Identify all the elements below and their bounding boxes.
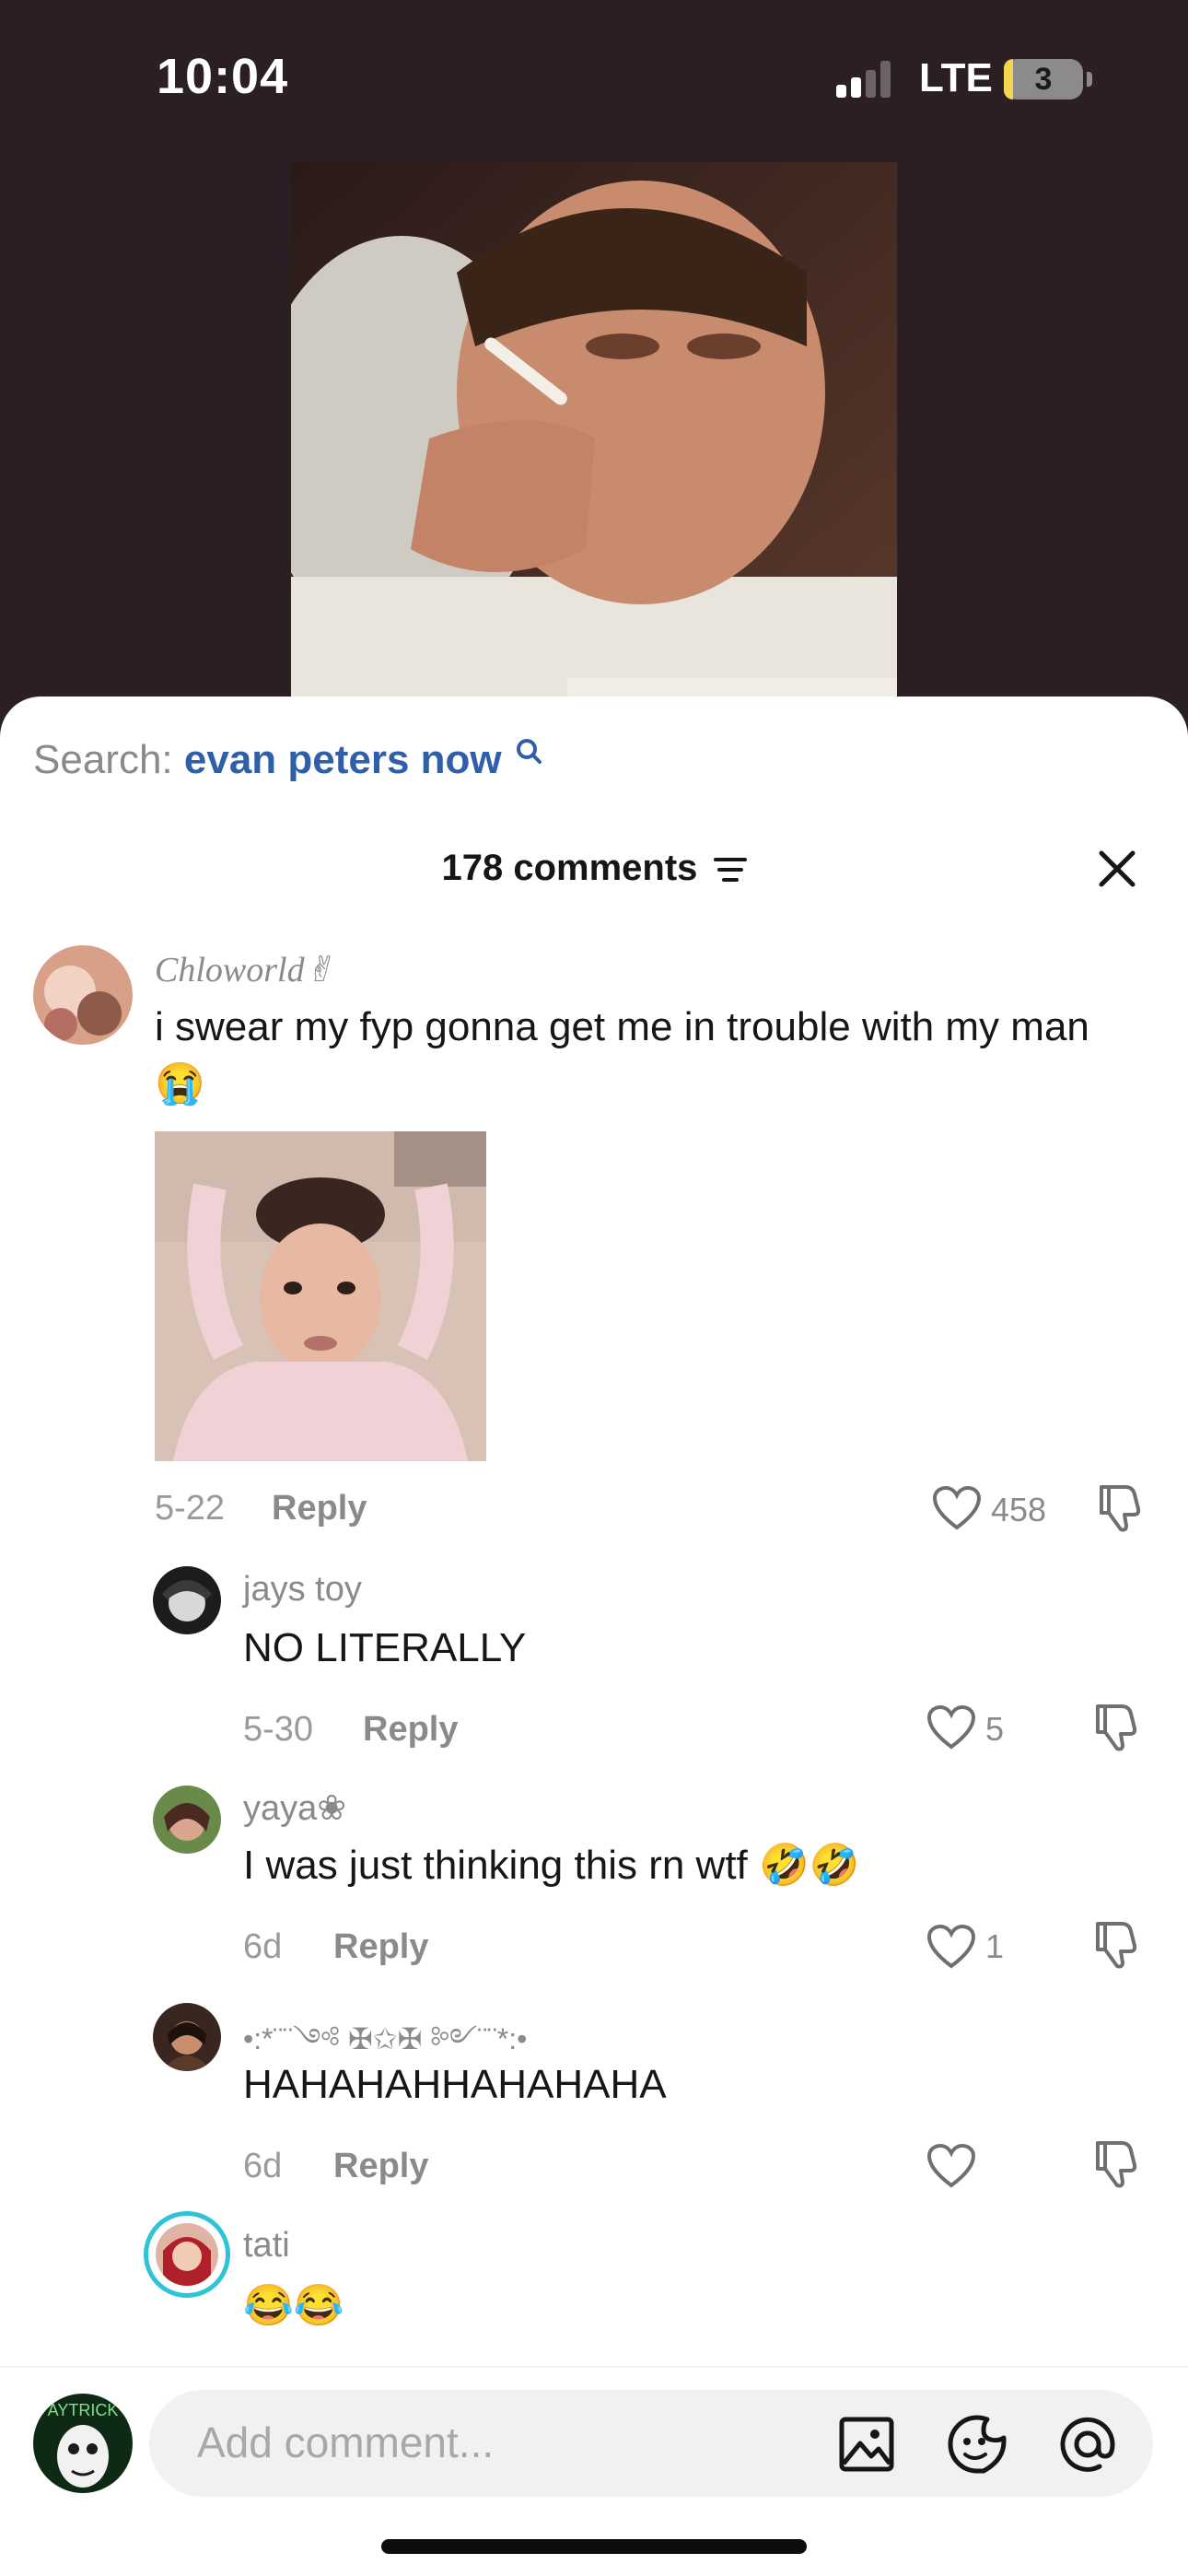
comment-date: 5-22 [155, 1489, 226, 1528]
comment-date: 5-30 [243, 1710, 314, 1749]
battery-tip [1087, 72, 1092, 87]
comments-count: 178 comments [441, 848, 698, 888]
filter-lines-icon[interactable] [713, 856, 747, 884]
comment-date: 6d [243, 1927, 283, 1966]
image-icon[interactable] [838, 2416, 895, 2473]
avatar[interactable] [33, 945, 133, 1045]
avatar-text: AYTRICK [48, 2401, 119, 2419]
search-label: Search: [33, 737, 173, 782]
thumbs-down-icon[interactable] [1096, 1483, 1144, 1533]
heart-icon[interactable] [926, 2143, 976, 2189]
search-suggestion[interactable]: Search: evan peters now [33, 737, 542, 783]
search-query-link[interactable]: evan peters now [184, 737, 502, 782]
like-count: 458 [991, 1491, 1047, 1528]
avatar[interactable] [153, 2003, 221, 2071]
battery-level: 3 [1034, 62, 1053, 97]
sticker-emoji-icon[interactable] [947, 2414, 1007, 2475]
comment-username[interactable]: yaya❀ [243, 1787, 346, 1829]
avatar[interactable] [153, 1786, 221, 1854]
comment-username[interactable]: jays toy [243, 1570, 362, 1610]
comment-text: I was just thinking this rn wtf 🤣🤣 [243, 1843, 860, 1888]
divider [0, 2366, 1188, 2368]
signal-strength-icon [836, 61, 901, 98]
comment-text: i swear my fyp gonna get me in trouble w… [155, 1004, 1089, 1107]
comment-username[interactable]: tati [243, 2226, 290, 2266]
reply-button[interactable]: Reply [363, 1710, 458, 1750]
story-ring[interactable] [144, 2211, 230, 2298]
avatar[interactable] [156, 2223, 218, 2286]
comment-image[interactable] [155, 1131, 486, 1461]
home-indicator[interactable] [381, 2539, 807, 2554]
my-avatar[interactable]: AYTRICK [33, 2394, 133, 2493]
comment-username[interactable]: Chloworld✌︎ [155, 949, 333, 990]
heart-icon[interactable] [926, 1704, 976, 1751]
status-time: 10:04 [157, 49, 289, 104]
thumbs-down-icon[interactable] [1092, 1920, 1140, 1970]
avatar[interactable] [153, 1566, 221, 1634]
heart-icon[interactable] [932, 1485, 982, 1531]
comment-date: 6d [243, 2147, 283, 2185]
search-icon [516, 739, 542, 764]
comment-input-placeholder: Add comment... [197, 2418, 495, 2466]
comments-header[interactable]: 178 comments [0, 848, 1188, 889]
battery-icon: 3 [1004, 59, 1083, 100]
reply-button[interactable]: Reply [272, 1489, 367, 1528]
thumbs-down-icon[interactable] [1092, 1703, 1140, 1752]
like-count: 5 [985, 1710, 1005, 1748]
comment-text: NO LITERALLY [243, 1625, 527, 1670]
comment-text: 😂😂 [243, 2283, 344, 2328]
reply-button[interactable]: Reply [333, 2147, 428, 2186]
mention-icon[interactable] [1057, 2414, 1118, 2475]
network-type: LTE [919, 55, 993, 100]
thumbs-down-icon[interactable] [1092, 2139, 1140, 2189]
reply-button[interactable]: Reply [333, 1927, 428, 1967]
video-thumbnail[interactable] [291, 162, 897, 697]
comment-text: HAHAHAHHAHAHAHA [243, 2062, 667, 2107]
close-icon[interactable] [1094, 846, 1140, 892]
heart-icon[interactable] [926, 1924, 976, 1970]
like-count: 1 [985, 1927, 1005, 1965]
